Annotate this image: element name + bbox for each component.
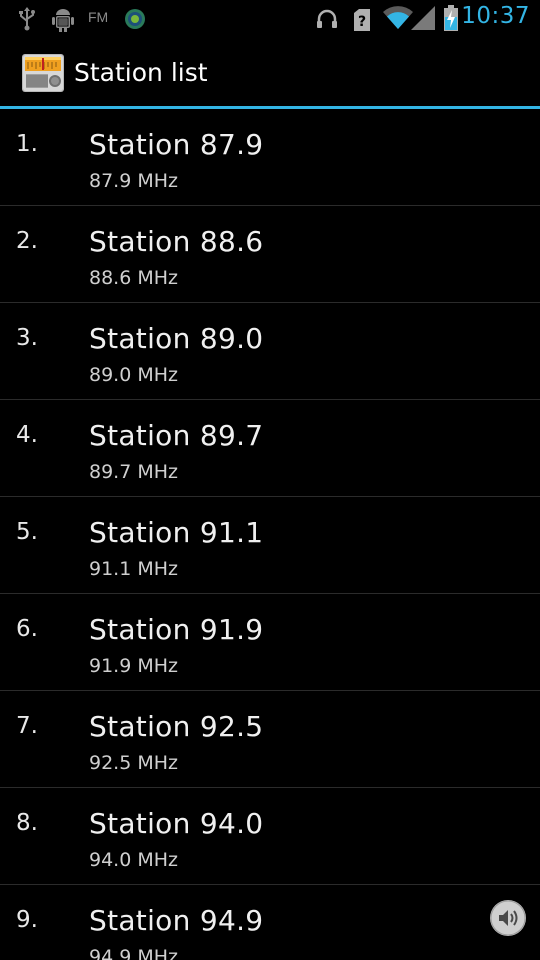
station-frequency: 87.9 MHz [89, 170, 178, 192]
android-debug-icon [50, 7, 76, 37]
status-time: 10:37 [461, 3, 530, 29]
unknown-sim-icon: ? [353, 8, 371, 36]
svg-text:?: ? [358, 14, 366, 30]
action-bar: Station list [0, 38, 540, 106]
station-list: 1. Station 87.9 87.9 MHz 2. Station 88.6… [0, 109, 540, 960]
station-name: Station 94.9 [89, 904, 264, 937]
station-list-item[interactable]: 7. Station 92.5 92.5 MHz [0, 691, 540, 788]
station-name: Station 94.0 [89, 807, 264, 840]
station-list-item[interactable]: 8. Station 94.0 94.0 MHz [0, 788, 540, 885]
app-notification-icon [123, 7, 147, 35]
station-frequency: 91.1 MHz [89, 558, 178, 580]
station-name: Station 91.9 [89, 613, 264, 646]
station-name: Station 92.5 [89, 710, 264, 743]
station-name: Station 87.9 [89, 128, 264, 161]
station-number: 8. [16, 810, 38, 836]
station-frequency: 89.0 MHz [89, 364, 178, 386]
station-number: 9. [16, 907, 38, 933]
fm-icon: FM [88, 9, 109, 25]
station-frequency: 94.9 MHz [89, 946, 178, 960]
status-bar: FM ? 10:37 [0, 0, 540, 38]
wifi-icon [383, 6, 413, 34]
station-list-item[interactable]: 9. Station 94.9 94.9 MHz [0, 885, 540, 960]
station-list-item[interactable]: 3. Station 89.0 89.0 MHz [0, 303, 540, 400]
station-name: Station 91.1 [89, 516, 264, 549]
station-list-item[interactable]: 6. Station 91.9 91.9 MHz [0, 594, 540, 691]
station-number: 4. [16, 422, 38, 448]
station-number: 7. [16, 713, 38, 739]
station-frequency: 94.0 MHz [89, 849, 178, 871]
signal-icon [411, 6, 435, 34]
station-frequency: 92.5 MHz [89, 752, 178, 774]
station-number: 5. [16, 519, 38, 545]
page-title: Station list [74, 58, 208, 87]
screen: FM ? 10:37 Station list 1. Station 87.9 … [0, 0, 540, 960]
station-frequency: 88.6 MHz [89, 267, 178, 289]
volume-button[interactable] [490, 900, 526, 936]
station-name: Station 88.6 [89, 225, 264, 258]
station-frequency: 91.9 MHz [89, 655, 178, 677]
station-number: 1. [16, 131, 38, 157]
station-list-item[interactable]: 4. Station 89.7 89.7 MHz [0, 400, 540, 497]
speaker-volume-icon [490, 900, 526, 936]
station-list-item[interactable]: 5. Station 91.1 91.1 MHz [0, 497, 540, 594]
headphones-icon [316, 9, 338, 33]
battery-charging-icon [443, 5, 459, 35]
station-number: 3. [16, 325, 38, 351]
station-number: 6. [16, 616, 38, 642]
station-list-item[interactable]: 1. Station 87.9 87.9 MHz [0, 109, 540, 206]
station-name: Station 89.0 [89, 322, 264, 355]
usb-icon [17, 7, 37, 35]
station-number: 2. [16, 228, 38, 254]
station-name: Station 89.7 [89, 419, 264, 452]
station-list-item[interactable]: 2. Station 88.6 88.6 MHz [0, 206, 540, 303]
radio-icon[interactable] [22, 52, 64, 94]
station-frequency: 89.7 MHz [89, 461, 178, 483]
